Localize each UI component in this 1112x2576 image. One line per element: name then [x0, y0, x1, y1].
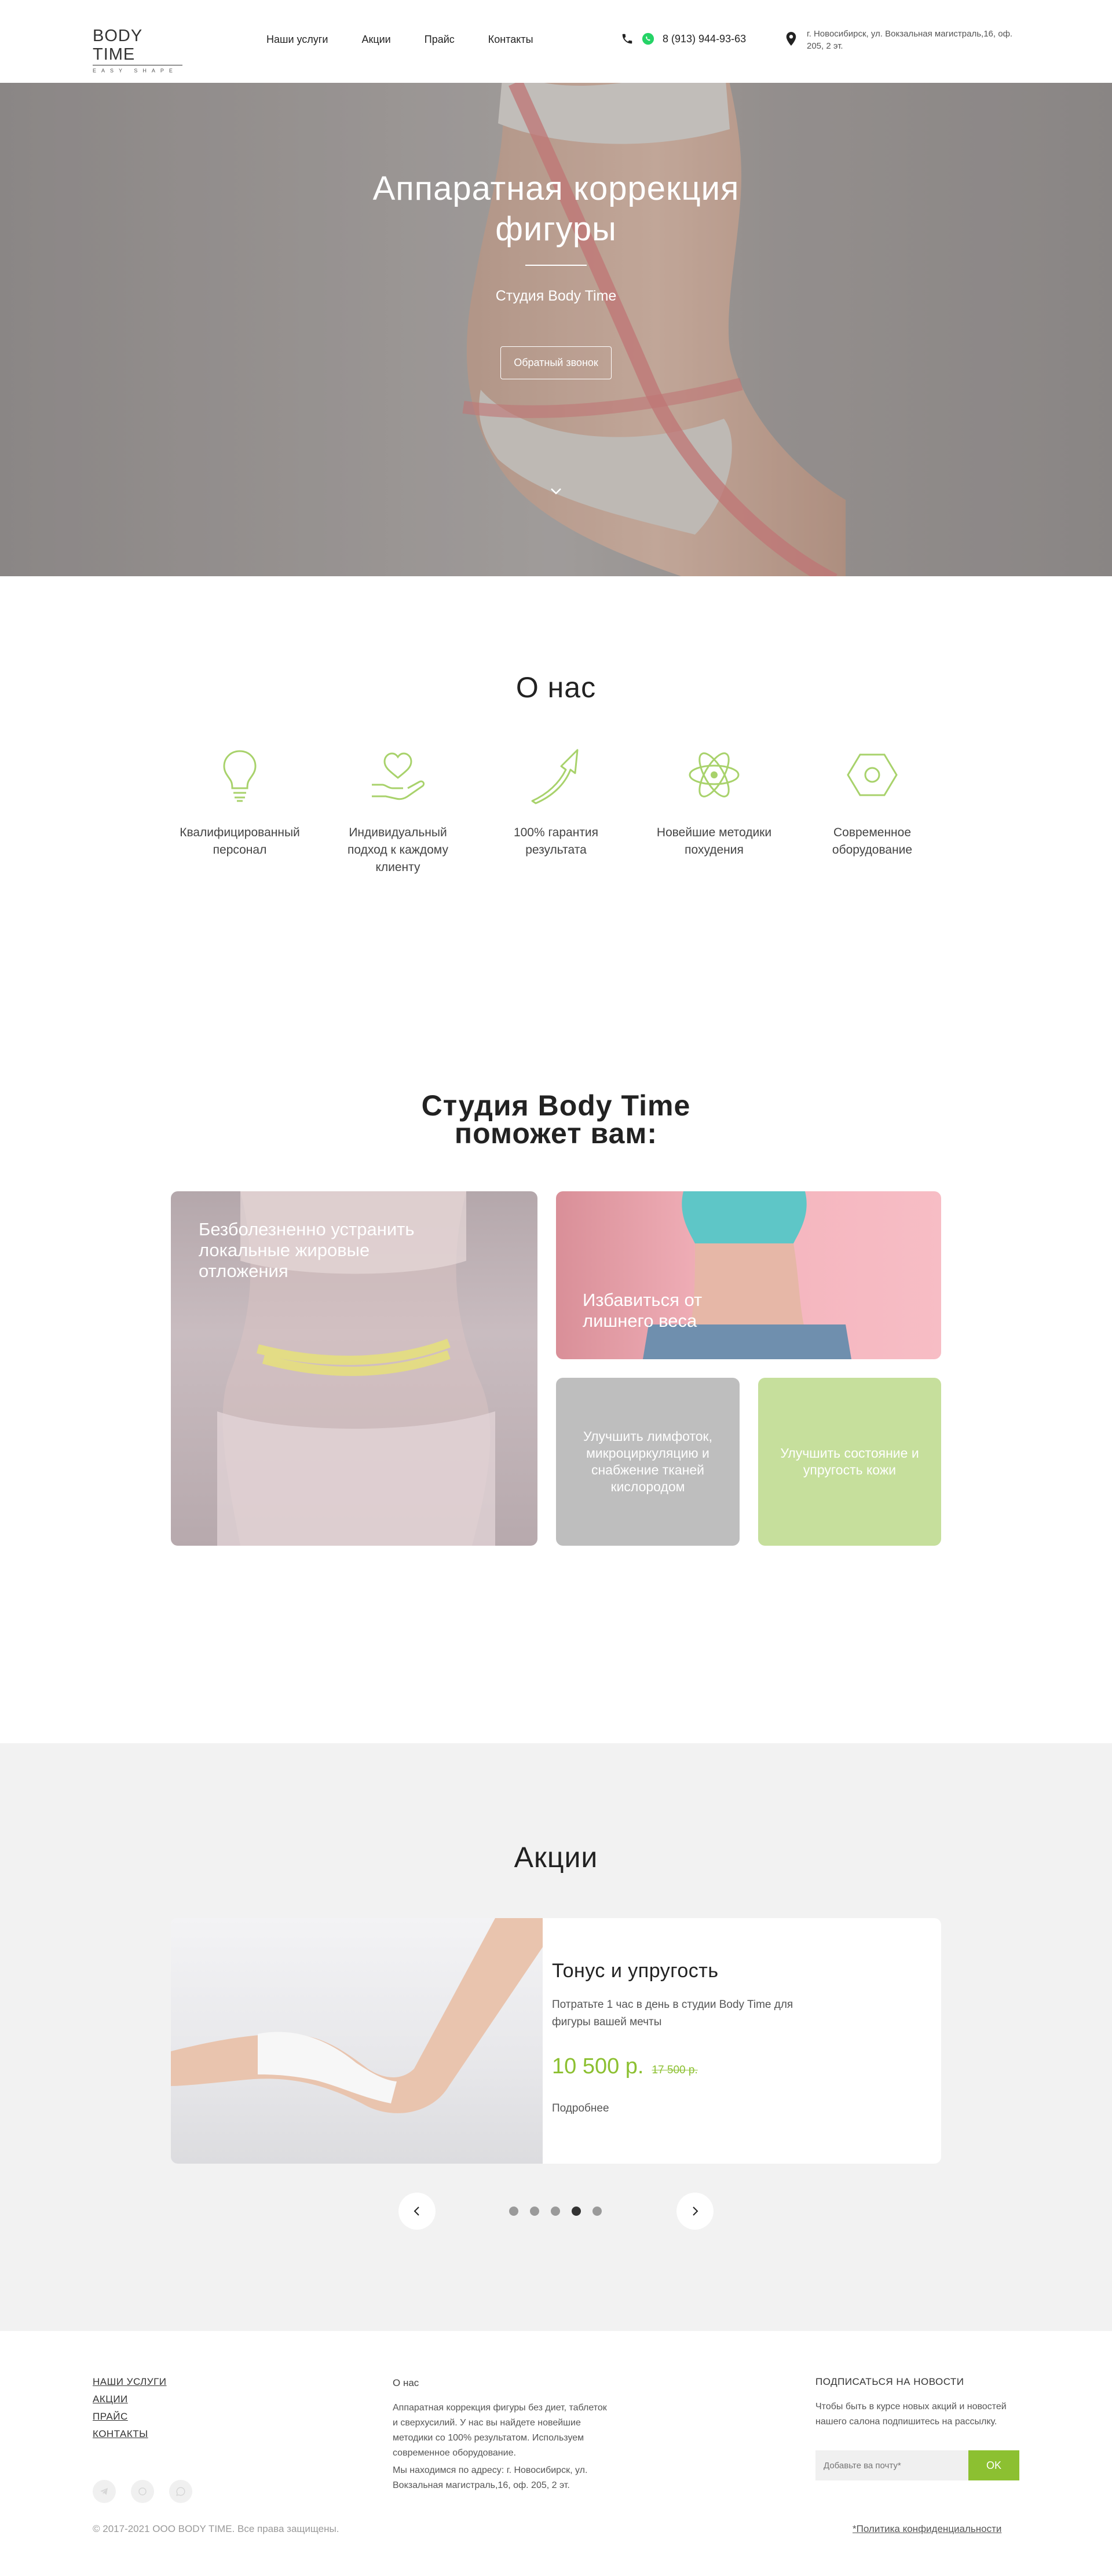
address-block: г. Новосибирск, ул. Вокзальная магистрал…: [785, 28, 1028, 52]
price-new: 10 500 р.: [552, 2054, 644, 2079]
arrow-up-icon: [531, 749, 579, 804]
footer-link-contacts[interactable]: КОНТАКТЫ: [93, 2428, 167, 2440]
chevron-right-icon: [693, 2207, 698, 2216]
lightbulb-icon: [223, 750, 257, 802]
address-text: г. Новосибирск, ул. Вокзальная магистрал…: [807, 29, 1013, 51]
footer-subscribe: ПОДПИСАТЬСЯ НА НОВОСТИ Чтобы быть в курс…: [815, 2376, 1019, 2480]
slider-dot[interactable]: [509, 2207, 518, 2216]
location-pin-icon: [786, 32, 796, 46]
site-header: BODY TIME EASY SHAPE Наши услуги Акции П…: [0, 0, 1112, 83]
subscribe-text: Чтобы быть в курсе новых акций и новосте…: [815, 2402, 1007, 2427]
about-title: О нас: [515, 671, 597, 704]
hero-divider: [525, 265, 587, 266]
hero-content: Аппаратная коррекция фигуры Студия Body …: [0, 169, 1112, 379]
hero-section: Аппаратная коррекция фигуры Студия Body …: [0, 83, 1112, 576]
atom-icon: [689, 752, 740, 797]
footer-link-services[interactable]: НАШИ УСЛУГИ: [93, 2376, 167, 2388]
nav-contacts[interactable]: Контакты: [488, 34, 533, 46]
subscribe-title: ПОДПИСАТЬСЯ НА НОВОСТИ: [815, 2376, 964, 2387]
social-links: [93, 2480, 192, 2503]
promo-description: Потратьте 1 час в день в студии Body Tim…: [552, 1999, 793, 2028]
help-section: Студия Body Time поможет вам: Безболезне…: [0, 1091, 1112, 1743]
feature-label: Современное оборудование: [832, 826, 913, 857]
footer-about-text: Аппаратная коррекция фигуры без диет, та…: [393, 2403, 607, 2458]
promo-price: 10 500 р. 17 500 р.: [552, 2054, 876, 2079]
social-link[interactable]: [131, 2480, 154, 2503]
card-text: Безболезненно устранить локальные жировы…: [199, 1219, 415, 1281]
feature-item: Новейшие методики похудения: [635, 743, 793, 876]
whatsapp-icon: [176, 2487, 185, 2496]
hero-subtitle: Студия Body Time: [495, 288, 617, 304]
footer-about: О нас Аппаратная коррекция фигуры без ди…: [393, 2377, 613, 2493]
slider-dot[interactable]: [530, 2207, 539, 2216]
site-footer: НАШИ УСЛУГИ АКЦИИ ПРАЙС КОНТАКТЫ © 2017-…: [0, 2331, 1112, 2576]
logo-title: BODY TIME: [93, 27, 182, 65]
slider-dot[interactable]: [551, 2207, 560, 2216]
social-link[interactable]: [169, 2480, 192, 2503]
subscribe-ok-button[interactable]: OK: [968, 2450, 1019, 2480]
jeans-woman-image: [643, 1191, 851, 1359]
hero-title: Аппаратная коррекция фигуры: [372, 170, 740, 248]
lying-woman-image: [171, 1918, 543, 2113]
card-lymph[interactable]: Улучшить лимфоток, микроциркуляцию и сна…: [556, 1378, 740, 1546]
slider-dots: [509, 2207, 602, 2216]
card-text: Избавиться от лишнего веса: [583, 1290, 703, 1331]
social-link[interactable]: [93, 2480, 116, 2503]
footer-links: НАШИ УСЛУГИ АКЦИИ ПРАЙС КОНТАКТЫ: [93, 2376, 167, 2440]
promo-card: Тонус и упругость Потратьте 1 час в день…: [171, 1918, 941, 2164]
nav-services[interactable]: Наши услуги: [266, 34, 328, 46]
email-input[interactable]: [815, 2450, 968, 2480]
footer-about-title: О нас: [393, 2377, 419, 2388]
feature-label: 100% гарантия результата: [513, 826, 599, 857]
logo-subtitle: EASY SHAPE: [93, 68, 178, 74]
card-weight-loss[interactable]: Избавиться от лишнего веса: [556, 1191, 941, 1359]
main-nav: Наши услуги Акции Прайс Контакты: [266, 34, 533, 46]
card-text: Улучшить лимфоток, микроциркуляцию и сна…: [583, 1429, 712, 1494]
chevron-left-icon: [414, 2207, 419, 2216]
footer-link-price[interactable]: ПРАЙС: [93, 2411, 167, 2423]
nav-promotions[interactable]: Акции: [361, 34, 390, 46]
copyright: © 2017-2021 ООО BODY TIME. Все права защ…: [93, 2523, 339, 2534]
privacy-policy-link[interactable]: *Политика конфиденциальности: [853, 2523, 1001, 2535]
help-title: Студия Body Time поможет вам:: [421, 1089, 691, 1150]
promo-image: [171, 1918, 543, 2164]
about-section: О нас Квалифицированный персонал Индивид…: [0, 576, 1112, 1051]
footer-link-promotions[interactable]: АКЦИИ: [93, 2394, 167, 2405]
subscribe-form: OK: [815, 2450, 1019, 2480]
phone-number[interactable]: 8 (913) 944-93-63: [663, 33, 746, 45]
feature-item: Индивидуальный подход к каждому клиенту: [319, 743, 477, 876]
footer-about-address: Мы находимся по адресу: г. Новосибирск, …: [393, 2465, 588, 2490]
feature-item: 100% гарантия результата: [477, 743, 635, 876]
card-text: Улучшить состояние и упругость кожи: [780, 1446, 919, 1477]
prev-slide-button[interactable]: [398, 2193, 436, 2230]
feature-label: Индивидуальный подход к каждому клиенту: [348, 826, 448, 874]
phone-icon: [622, 34, 632, 44]
phone-block: 8 (913) 944-93-63: [621, 32, 746, 45]
hex-nut-icon: [847, 753, 898, 796]
feature-item: Современное оборудование: [793, 743, 952, 876]
feature-label: Квалифицированный персонал: [180, 826, 300, 857]
card-skin[interactable]: Улучшить состояние и упругость кожи: [758, 1378, 941, 1546]
promo-title: Акции: [514, 1841, 598, 1874]
callback-button[interactable]: Обратный звонок: [500, 346, 612, 379]
scroll-down-chevron-icon[interactable]: [547, 482, 565, 500]
telegram-icon: [100, 2488, 108, 2495]
heart-hand-icon: [372, 752, 425, 800]
logo[interactable]: BODY TIME EASY SHAPE: [93, 27, 182, 74]
promo-more-link[interactable]: Подробнее: [552, 2102, 609, 2115]
promo-info: Тонус и упругость Потратьте 1 час в день…: [552, 1960, 876, 2115]
feature-item: Квалифицированный персонал: [161, 743, 319, 876]
feature-label: Новейшие методики похудения: [656, 826, 772, 857]
promo-section: Акции Тонус и упругость Потратьте 1 час …: [0, 1743, 1112, 2331]
card-fat-removal[interactable]: Безболезненно устранить локальные жировы…: [171, 1191, 537, 1546]
promo-name: Тонус и упругость: [552, 1960, 719, 1982]
whatsapp-icon[interactable]: [642, 32, 654, 45]
slider-dot[interactable]: [592, 2207, 602, 2216]
next-slide-button[interactable]: [676, 2193, 714, 2230]
viber-icon: [138, 2487, 147, 2496]
slider-dot[interactable]: [572, 2207, 581, 2216]
features-list: Квалифицированный персонал Индивидуальны…: [0, 743, 1112, 876]
price-old: 17 500 р.: [652, 2064, 698, 2076]
nav-price[interactable]: Прайс: [425, 34, 455, 46]
